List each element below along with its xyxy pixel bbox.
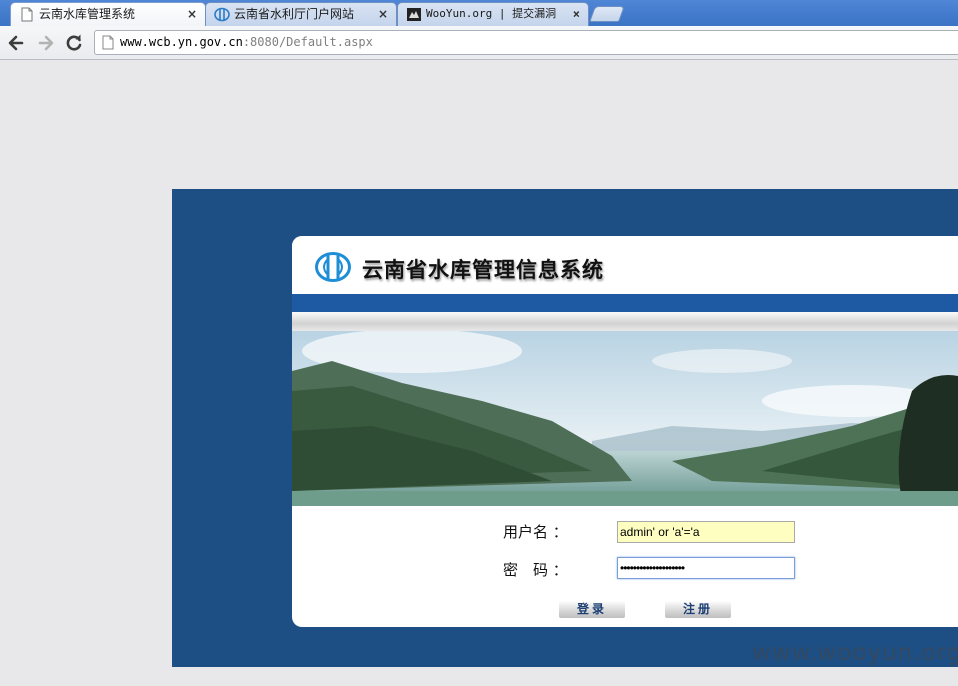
new-tab-button[interactable] [589,6,625,22]
login-panel: 云南省水库管理信息系统 用户名 ： admin' or 'a'='a 密 码 ：… [292,236,958,627]
forward-arrow-icon[interactable] [36,33,56,53]
watermark-text: www.wooyun.org [752,640,958,666]
password-input[interactable]: •••••••••••••••••••• [617,557,795,579]
tab-title: WooYun.org | 提交漏洞 [426,7,557,20]
login-header: 云南省水库管理信息系统 [292,236,958,294]
close-icon[interactable]: × [378,3,388,25]
url-host: www.wcb.yn.gov.cn [120,35,243,49]
page-icon [21,7,33,22]
wooyun-icon [407,8,421,21]
back-arrow-icon[interactable] [6,33,26,53]
tab-wooyun[interactable]: WooYun.org | 提交漏洞 × [397,2,589,26]
username-label: 用户名 ： [503,523,568,541]
register-button[interactable]: 注册 [665,601,731,618]
browser-tab-strip: 云南水库管理系统 × 云南省水利厅门户网站 × WooYun.org | 提交漏… [0,0,958,26]
header-grey-bar [292,312,958,331]
site-logo-icon [214,7,230,22]
password-label: 密 码 ： [503,561,568,579]
close-icon[interactable]: × [573,3,580,25]
header-blue-bar [292,294,958,312]
reservoir-landscape-image [292,331,958,506]
tab-title: 云南水库管理系统 [39,7,136,21]
close-icon[interactable]: × [187,3,197,25]
page-icon [102,35,114,50]
address-bar[interactable]: www.wcb.yn.gov.cn:8080/Default.aspx [94,30,958,55]
tab-title: 云南省水利厅门户网站 [234,7,355,21]
tab-reservoir-system[interactable]: 云南水库管理系统 × [10,2,206,26]
login-button[interactable]: 登录 [559,601,625,618]
water-logo-icon [315,252,351,282]
url-path: :8080/Default.aspx [242,35,373,49]
username-input[interactable]: admin' or 'a'='a [617,521,795,543]
url-text[interactable]: www.wcb.yn.gov.cn:8080/Default.aspx [120,35,373,49]
system-title: 云南省水库管理信息系统 [362,258,604,282]
reload-icon[interactable] [64,33,84,53]
tab-water-portal[interactable]: 云南省水利厅门户网站 × [205,2,397,26]
